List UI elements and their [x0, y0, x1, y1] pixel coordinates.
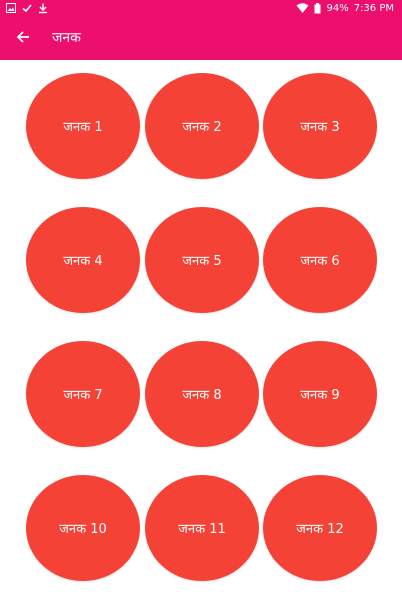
- battery-icon: [314, 2, 321, 14]
- arrow-left-icon: [16, 29, 30, 48]
- janak-7-button[interactable]: जनक 7: [26, 341, 140, 447]
- back-button[interactable]: [10, 26, 36, 50]
- check-icon: [22, 3, 32, 13]
- janak-11-button[interactable]: जनक 11: [145, 475, 259, 581]
- janak-10-button[interactable]: जनक 10: [26, 475, 140, 581]
- system-status: 94% 7:36 PM: [296, 0, 394, 16]
- janak-3-button[interactable]: जनक 3: [263, 73, 377, 179]
- page-title: जनक: [52, 30, 81, 46]
- janak-1-button[interactable]: जनक 1: [26, 73, 140, 179]
- clock: 7:36 PM: [353, 2, 394, 14]
- button-grid: जनक 1 जनक 2 जनक 3 जनक 4 जनक 5 जनक 6 जनक …: [0, 60, 402, 592]
- janak-8-button[interactable]: जनक 8: [145, 341, 259, 447]
- wifi-icon: [296, 3, 309, 13]
- janak-2-button[interactable]: जनक 2: [145, 73, 259, 179]
- image-icon: [6, 3, 16, 13]
- notification-icons: [6, 2, 48, 14]
- janak-4-button[interactable]: जनक 4: [26, 207, 140, 313]
- janak-9-button[interactable]: जनक 9: [263, 341, 377, 447]
- janak-6-button[interactable]: जनक 6: [263, 207, 377, 313]
- battery-percent: 94%: [326, 2, 349, 14]
- janak-12-button[interactable]: जनक 12: [263, 475, 377, 581]
- download-icon: [38, 3, 48, 14]
- app-bar: जनक: [0, 16, 402, 60]
- status-bar: 94% 7:36 PM: [0, 0, 402, 16]
- janak-5-button[interactable]: जनक 5: [145, 207, 259, 313]
